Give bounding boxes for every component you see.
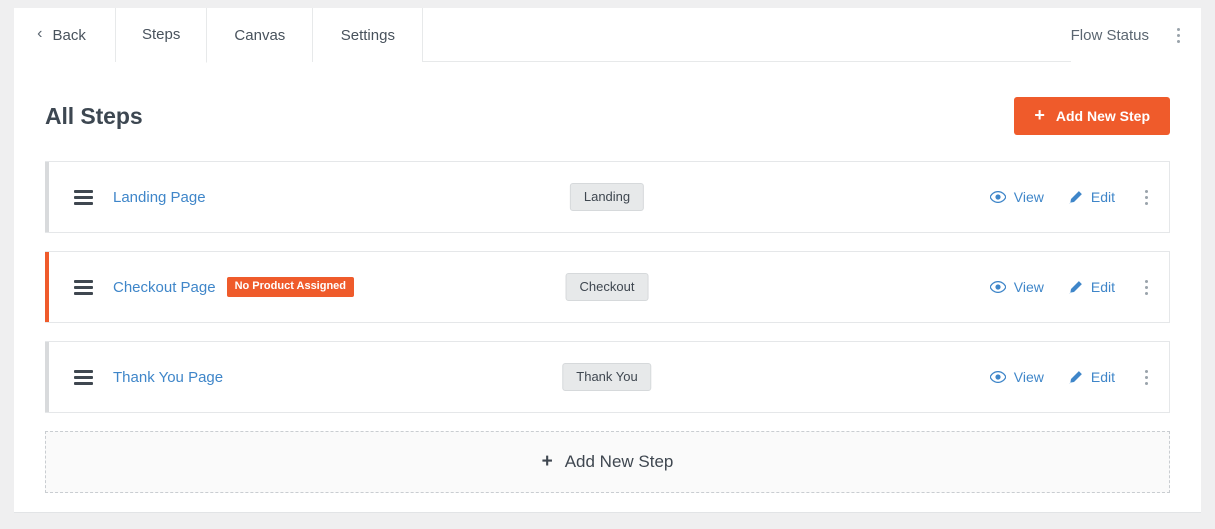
table-row[interactable]: Checkout Page No Product Assigned Checko… — [45, 251, 1170, 323]
view-label: View — [1014, 190, 1044, 204]
view-button[interactable]: View — [990, 280, 1044, 294]
edit-button[interactable]: Edit — [1068, 370, 1115, 385]
drag-handle-icon[interactable] — [74, 367, 94, 387]
view-button[interactable]: View — [990, 370, 1044, 384]
eye-icon — [990, 281, 1006, 293]
step-name-link[interactable]: Landing Page — [113, 189, 206, 206]
step-name-link[interactable]: Checkout Page — [113, 279, 216, 296]
app-window: ‹ Back Steps Canvas Settings Flow Status… — [14, 8, 1201, 513]
eye-icon — [990, 191, 1006, 203]
kebab-menu-icon[interactable] — [1135, 274, 1157, 300]
add-new-step-dashed-button[interactable]: + Add New Step — [45, 431, 1170, 493]
table-row[interactable]: Thank You Page Thank You View — [45, 341, 1170, 413]
steps-list: Landing Page Landing View — [45, 161, 1170, 413]
step-name-link[interactable]: Thank You Page — [113, 369, 223, 386]
edit-label: Edit — [1091, 190, 1115, 204]
add-new-step-button[interactable]: + Add New Step — [1014, 97, 1170, 135]
kebab-menu-icon[interactable] — [1135, 364, 1157, 390]
pencil-icon — [1068, 280, 1083, 295]
pencil-icon — [1068, 370, 1083, 385]
row-actions: View Edit — [966, 184, 1169, 210]
tab-canvas-label: Canvas — [234, 27, 285, 44]
flow-status-button[interactable]: Flow Status — [1071, 27, 1149, 44]
tab-canvas[interactable]: Canvas — [207, 8, 313, 62]
add-new-step-button-label: Add New Step — [1056, 108, 1150, 124]
row-accent-bar — [45, 162, 49, 232]
step-type-badge: Landing — [570, 183, 644, 211]
tab-settings-label: Settings — [341, 27, 395, 44]
edit-button[interactable]: Edit — [1068, 280, 1115, 295]
view-label: View — [1014, 370, 1044, 384]
view-label: View — [1014, 280, 1044, 294]
plus-icon: + — [1034, 106, 1045, 124]
row-accent-bar — [45, 342, 49, 412]
edit-label: Edit — [1091, 370, 1115, 384]
plus-icon: + — [542, 452, 553, 471]
back-label: Back — [52, 27, 85, 44]
main-content: All Steps + Add New Step Landing Page La… — [14, 62, 1201, 493]
tab-steps-label: Steps — [142, 26, 180, 43]
pencil-icon — [1068, 190, 1083, 205]
row-accent-bar — [45, 252, 49, 322]
add-new-step-dashed-label: Add New Step — [565, 452, 674, 472]
back-button[interactable]: ‹ Back — [14, 8, 116, 62]
drag-handle-icon[interactable] — [74, 187, 94, 207]
step-type-badge: Thank You — [562, 363, 651, 391]
row-actions: View Edit — [966, 364, 1169, 390]
eye-icon — [990, 371, 1006, 383]
page-title: All Steps — [45, 103, 143, 130]
tab-steps[interactable]: Steps — [116, 8, 207, 63]
status-badge: No Product Assigned — [227, 277, 354, 297]
page-header-row: All Steps + Add New Step — [45, 62, 1170, 161]
edit-button[interactable]: Edit — [1068, 190, 1115, 205]
kebab-menu-icon[interactable] — [1167, 22, 1189, 48]
tab-bar-right-group: Flow Status — [1071, 8, 1201, 62]
chevron-left-icon: ‹ — [37, 26, 42, 42]
row-actions: View Edit — [966, 274, 1169, 300]
kebab-menu-icon[interactable] — [1135, 184, 1157, 210]
drag-handle-icon[interactable] — [74, 277, 94, 297]
view-button[interactable]: View — [990, 190, 1044, 204]
top-tab-bar: ‹ Back Steps Canvas Settings Flow Status — [14, 8, 1201, 62]
table-row[interactable]: Landing Page Landing View — [45, 161, 1170, 233]
tab-settings[interactable]: Settings — [313, 8, 423, 62]
edit-label: Edit — [1091, 280, 1115, 294]
step-type-badge: Checkout — [566, 273, 649, 301]
